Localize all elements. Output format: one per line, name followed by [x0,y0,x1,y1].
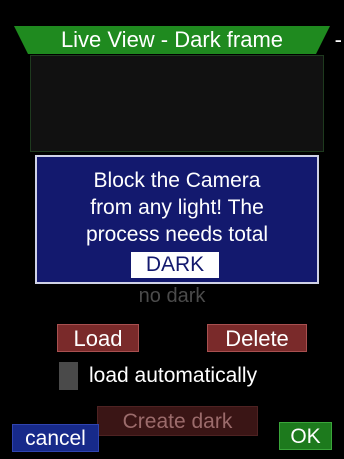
delete-button[interactable]: Delete [207,324,307,352]
ok-button[interactable]: OK [279,422,332,450]
load-automatically-label: load automatically [89,364,258,387]
dialog-message: Block the Camera from any light! The pro… [37,167,317,248]
load-automatically-checkbox[interactable] [59,362,78,390]
load-button[interactable]: Load [57,324,139,352]
dialog-line-3: process needs total [85,223,269,246]
live-view-preview [30,55,324,152]
dark-highlight: DARK [131,252,219,278]
page-title: Live View - Dark frame [60,27,284,52]
dialog-line-2: from any light! The [90,196,264,219]
dialog-line-1: Block the Camera [93,169,261,192]
title-bar: Live View - Dark frame - [0,26,344,54]
cancel-button[interactable]: cancel [12,424,99,452]
create-dark-button[interactable]: Create dark [97,406,258,436]
title-dash: - [334,27,342,52]
dark-status-text: no dark [138,285,206,307]
